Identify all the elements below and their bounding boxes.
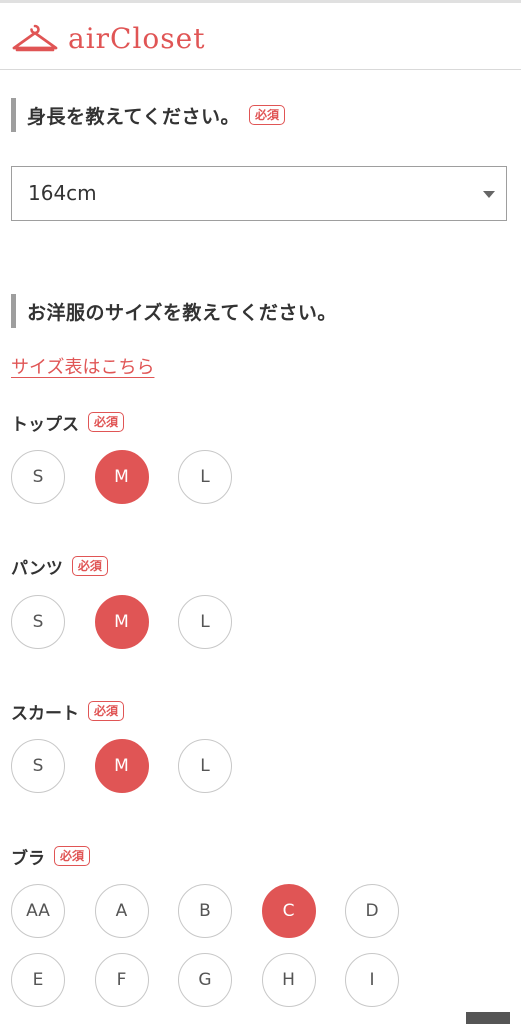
skirt-option-s[interactable]: S [11, 739, 65, 793]
bra-options-row-2: E F G H I [11, 953, 429, 1007]
height-select-value: 164cm [28, 181, 97, 205]
bra-option-h[interactable]: H [261, 953, 316, 1007]
floating-button[interactable] [466, 1012, 510, 1024]
size-chart-link[interactable]: サイズ表はこちら [11, 353, 154, 379]
tops-label-text: トップス [11, 414, 79, 435]
header: airCloset [0, 3, 521, 70]
pants-options: S M L [11, 595, 262, 649]
required-badge: 必須 [248, 105, 285, 125]
pants-option-s[interactable]: S [11, 595, 65, 649]
caret-down-icon [483, 191, 495, 198]
tops-option-s[interactable]: S [11, 450, 65, 504]
height-select[interactable]: 164cm [11, 166, 507, 221]
required-badge: 必須 [88, 701, 125, 721]
size-title-text: お洋服のサイズを教えてください。 [27, 301, 337, 324]
bra-label: ブラ 必須 [11, 843, 91, 869]
tops-label: トップス 必須 [11, 409, 125, 435]
height-title-text: 身長を教えてください。 [27, 105, 240, 128]
tops-option-m[interactable]: M [94, 450, 149, 504]
bra-option-f[interactable]: F [94, 953, 149, 1007]
page: airCloset 身長を教えてください。 必須 164cm お洋服のサイズを教… [0, 0, 521, 1024]
tops-options: S M L [11, 450, 262, 504]
pants-option-l[interactable]: L [178, 595, 232, 649]
brand-logo[interactable]: airCloset [12, 19, 205, 59]
bra-label-text: ブラ [11, 848, 45, 869]
height-section-title: 身長を教えてください。 必須 [11, 98, 285, 132]
skirt-label-text: スカート [11, 703, 79, 724]
section-bar [11, 294, 16, 328]
bra-option-b[interactable]: B [178, 884, 232, 938]
required-badge: 必須 [88, 412, 125, 432]
hanger-icon [12, 24, 58, 52]
pants-option-m[interactable]: M [94, 595, 149, 649]
required-badge: 必須 [54, 846, 91, 866]
pants-label-text: パンツ [11, 558, 63, 579]
bra-option-d[interactable]: D [345, 884, 399, 938]
bra-option-c[interactable]: C [261, 884, 316, 938]
skirt-label: スカート 必須 [11, 698, 125, 724]
bra-option-a[interactable]: A [94, 884, 149, 938]
required-badge: 必須 [71, 556, 108, 576]
bra-option-e[interactable]: E [11, 953, 65, 1007]
skirt-option-l[interactable]: L [178, 739, 232, 793]
size-section-title: お洋服のサイズを教えてください。 [11, 294, 337, 328]
bra-options-row-1: AA A B C D [11, 884, 429, 938]
bra-option-i[interactable]: I [345, 953, 399, 1007]
bra-option-g[interactable]: G [178, 953, 232, 1007]
bra-option-aa[interactable]: AA [11, 884, 65, 938]
skirt-option-m[interactable]: M [94, 739, 149, 793]
skirt-options: S M L [11, 739, 262, 793]
brand-name: airCloset [68, 22, 206, 55]
section-bar [11, 98, 16, 132]
tops-option-l[interactable]: L [178, 450, 232, 504]
pants-label: パンツ 必須 [11, 553, 108, 579]
